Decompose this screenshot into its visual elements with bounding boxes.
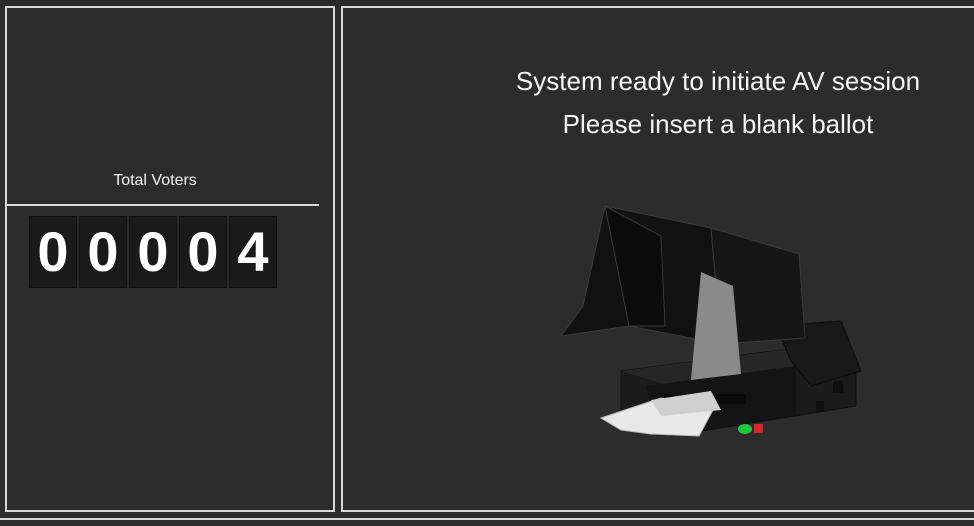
counter-divider [7,204,319,206]
voter-count-display: 0 0 0 0 4 [29,216,277,288]
bottom-border [0,518,974,520]
voter-counter-panel: Total Voters 0 0 0 0 4 [5,6,335,512]
count-digit: 0 [79,216,127,288]
count-digit: 0 [129,216,177,288]
ballot-scanner-machine-icon [561,205,861,437]
status-message-line1: System ready to initiate AV session [515,66,921,96]
count-digit: 4 [229,216,277,288]
status-panel: System ready to initiate AV session Plea… [341,6,974,512]
count-digit: 0 [179,216,227,288]
status-message-line2: Please insert a blank ballot [562,109,874,139]
count-digit: 0 [29,216,77,288]
total-voters-label: Total Voters [113,172,197,189]
